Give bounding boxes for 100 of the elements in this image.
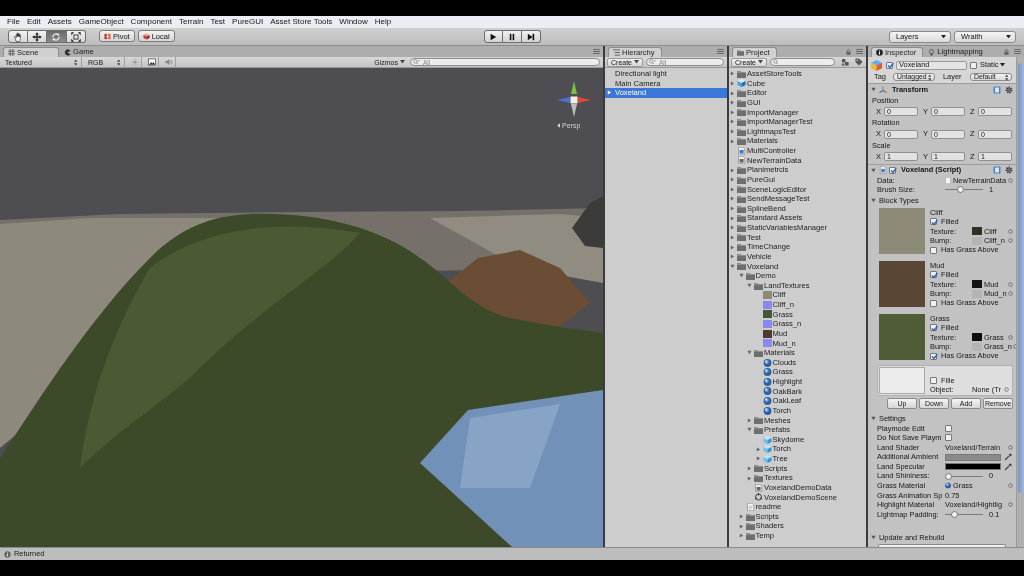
- triangle-down-icon[interactable]: [871, 415, 876, 421]
- object-picker-icon[interactable]: [1008, 502, 1013, 508]
- triangle-right-icon[interactable]: [730, 225, 735, 231]
- eyedropper-icon[interactable]: [1004, 462, 1012, 471]
- triangle-right-icon[interactable]: [730, 129, 735, 135]
- triangle-down-icon[interactable]: [738, 273, 744, 279]
- object-picker-icon[interactable]: [1004, 387, 1009, 393]
- slider-track[interactable]: [945, 472, 983, 480]
- menu-item[interactable]: File: [7, 18, 20, 26]
- slider-thumb[interactable]: [951, 510, 959, 518]
- shapes-icon[interactable]: [841, 58, 849, 66]
- triangle-right-icon[interactable]: [730, 100, 735, 106]
- triangle-right-icon[interactable]: [730, 196, 735, 202]
- triangle-down-icon[interactable]: [871, 87, 876, 92]
- menu-item[interactable]: Assets: [47, 18, 72, 26]
- triangle-right-icon[interactable]: [730, 215, 735, 221]
- panel-menu-icon[interactable]: [593, 49, 600, 54]
- menu-item[interactable]: Component: [130, 18, 172, 26]
- lock-icon[interactable]: [846, 49, 851, 55]
- skybox-toggle[interactable]: [145, 57, 159, 67]
- lock-icon[interactable]: [1004, 49, 1009, 55]
- menu-item[interactable]: Edit: [26, 18, 41, 26]
- checkbox[interactable]: [930, 324, 937, 332]
- checkbox[interactable]: [930, 299, 937, 307]
- search-field[interactable]: [770, 57, 835, 67]
- triangle-right-icon[interactable]: [730, 254, 735, 260]
- play-button[interactable]: [483, 30, 503, 43]
- triangle-right-icon[interactable]: [747, 475, 752, 481]
- triangle-right-icon[interactable]: [730, 109, 735, 115]
- rebuild-button[interactable]: [878, 544, 1006, 547]
- object-picker-icon[interactable]: [1008, 445, 1013, 451]
- updown-caret-icon: [1004, 73, 1008, 81]
- lighting-toggle[interactable]: [128, 57, 142, 67]
- rotate-tool-button[interactable]: [47, 30, 67, 43]
- triangle-down-icon[interactable]: [747, 283, 752, 289]
- panel-menu-icon[interactable]: [856, 49, 863, 54]
- pause-button[interactable]: [502, 30, 522, 43]
- color-field[interactable]: [945, 463, 1001, 471]
- triangle-right-icon[interactable]: [730, 80, 735, 86]
- triangle-right-icon[interactable]: [747, 465, 752, 471]
- menu-item[interactable]: Asset Store Tools: [270, 18, 333, 26]
- menu-item[interactable]: Window: [339, 18, 368, 26]
- triangle-right-icon[interactable]: [730, 206, 735, 212]
- triangle-right-icon[interactable]: [730, 177, 735, 183]
- checkbox[interactable]: [886, 61, 893, 69]
- triangle-down-icon[interactable]: [871, 535, 876, 541]
- triangle-right-icon[interactable]: [738, 514, 744, 520]
- tag-icon[interactable]: [855, 58, 863, 66]
- triangle-down-icon[interactable]: [747, 350, 752, 356]
- gear-icon[interactable]: [1005, 85, 1013, 94]
- checkbox[interactable]: [930, 271, 937, 279]
- object-picker-icon[interactable]: [1008, 177, 1013, 183]
- hand-tool-button[interactable]: [8, 30, 28, 43]
- triangle-right-icon[interactable]: [755, 456, 761, 462]
- triangle-right-icon[interactable]: [747, 417, 752, 423]
- triangle-right-icon[interactable]: [730, 244, 735, 250]
- menu-item[interactable]: GameObject: [78, 18, 124, 26]
- menu-item[interactable]: Terrain: [178, 18, 204, 26]
- slider-thumb[interactable]: [945, 472, 952, 480]
- triangle-right-icon[interactable]: [607, 90, 612, 96]
- book-icon[interactable]: [993, 85, 1001, 94]
- triangle-down-icon[interactable]: [871, 167, 876, 173]
- gear-icon[interactable]: [1005, 166, 1013, 174]
- checkbox[interactable]: [945, 434, 952, 442]
- triangle-right-icon[interactable]: [730, 138, 735, 144]
- triangle-right-icon[interactable]: [730, 186, 735, 192]
- updown-caret-icon: [73, 58, 77, 66]
- panel-menu-icon[interactable]: [1014, 49, 1021, 54]
- triangle-down-icon[interactable]: [871, 197, 876, 203]
- checkbox[interactable]: [930, 376, 937, 384]
- checkbox[interactable]: [930, 352, 937, 360]
- folder-icon: [737, 117, 746, 126]
- checkbox[interactable]: [930, 246, 937, 254]
- checkbox[interactable]: [930, 218, 937, 226]
- triangle-right-icon[interactable]: [730, 71, 735, 77]
- triangle-down-icon[interactable]: [747, 427, 752, 433]
- color-field[interactable]: [945, 453, 1001, 461]
- triangle-right-icon[interactable]: [730, 90, 735, 96]
- menu-item[interactable]: PureGUI: [232, 18, 264, 26]
- triangle-right-icon[interactable]: [730, 167, 735, 173]
- slider-thumb[interactable]: [957, 186, 965, 194]
- vertical-scrollbar[interactable]: [1016, 57, 1024, 547]
- triangle-right-icon[interactable]: [755, 446, 761, 452]
- triangle-down-icon[interactable]: [730, 263, 735, 269]
- menu-item[interactable]: Test: [210, 18, 226, 26]
- object-picker-icon[interactable]: [1008, 483, 1013, 489]
- triangle-right-icon[interactable]: [730, 234, 735, 240]
- triangle-right-icon[interactable]: [730, 119, 735, 125]
- checkbox[interactable]: [970, 61, 977, 69]
- book-icon[interactable]: [993, 166, 1001, 174]
- eyedropper-icon[interactable]: [1004, 453, 1012, 462]
- menu-item[interactable]: Help: [374, 18, 392, 26]
- checkbox[interactable]: [945, 424, 952, 432]
- triangle-right-icon[interactable]: [738, 533, 744, 539]
- triangle-right-icon[interactable]: [738, 523, 744, 529]
- move-tool-button[interactable]: [27, 30, 47, 43]
- checkbox[interactable]: [889, 166, 896, 174]
- audio-toggle[interactable]: [162, 57, 176, 67]
- panel-menu-icon[interactable]: [717, 49, 724, 54]
- axis-gizmo-icon[interactable]: [556, 80, 592, 118]
